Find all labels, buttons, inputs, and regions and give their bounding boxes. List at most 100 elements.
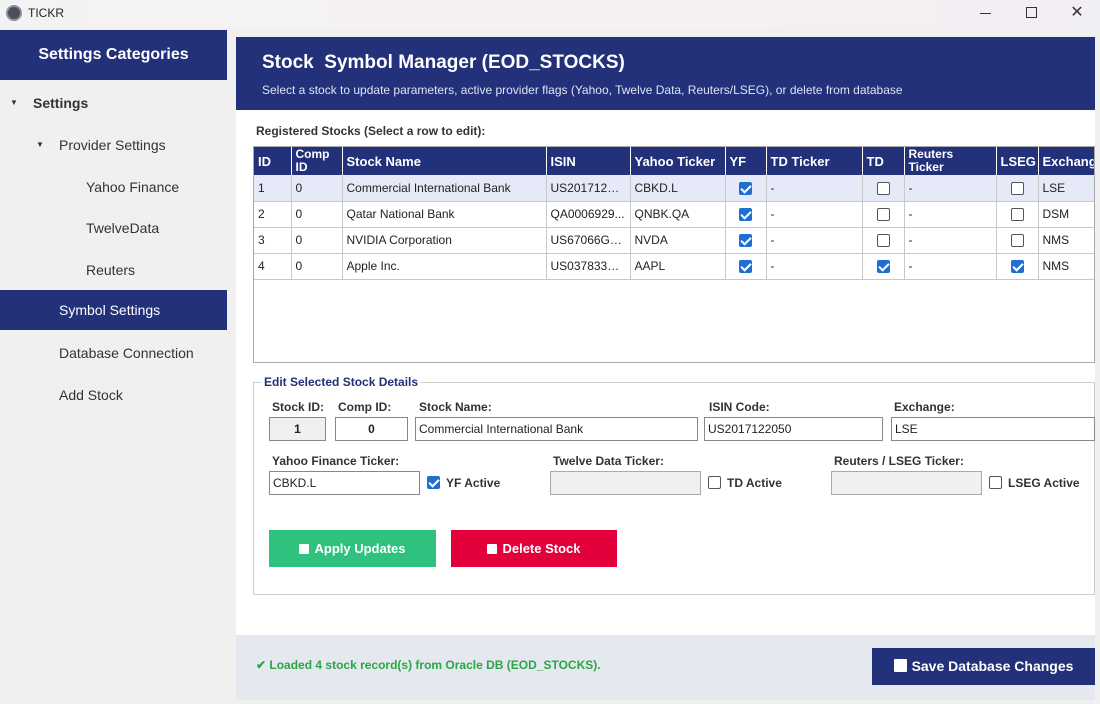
table-cell-yf[interactable] [725, 227, 767, 254]
table-cell-exchange[interactable]: LSE [1038, 175, 1094, 202]
table-cell-td_ticker[interactable]: - [766, 201, 863, 228]
sidebar-item-twelvedata[interactable]: TwelveData [0, 208, 227, 248]
table-row[interactable]: 3 0 NVIDIA Corporation US67066G10... NVDA - - N… [254, 227, 1094, 254]
checkbox-checked-icon[interactable] [739, 181, 752, 195]
table-cell-reuters[interactable]: - [904, 227, 997, 254]
table-cell-isin[interactable]: US67066G10... [546, 227, 631, 254]
sidebar-item-reuters[interactable]: Reuters [0, 250, 227, 290]
checkbox-unchecked-icon[interactable] [876, 181, 890, 195]
save-database-changes-button[interactable]: Save Database Changes [872, 648, 1095, 685]
table-cell-td_ticker[interactable]: - [766, 175, 863, 202]
table-cell-yahoo[interactable]: QNBK.QA [630, 201, 726, 228]
sidebar-item-database-connection[interactable]: Database Connection [0, 333, 227, 373]
column-header[interactable]: Comp ID [291, 147, 343, 175]
column-header[interactable]: TD Ticker [766, 147, 863, 175]
checkbox-unchecked-icon[interactable] [876, 208, 890, 222]
table-cell-td[interactable] [862, 227, 905, 254]
table-cell-yahoo[interactable]: AAPL [630, 253, 726, 280]
table-cell-id[interactable]: 4 [254, 253, 292, 280]
table-cell-isin[interactable]: US03783310... [546, 253, 631, 280]
table-cell-id[interactable]: 1 [254, 175, 292, 202]
td-active-checkbox[interactable]: TD Active [708, 476, 782, 490]
stocks-table[interactable]: ID Comp ID Stock Name ISIN Yahoo Ticker … [253, 146, 1095, 363]
table-cell-yf[interactable] [725, 253, 767, 280]
table-cell-lseg[interactable] [996, 227, 1039, 254]
column-header[interactable]: YF [725, 147, 767, 175]
checkbox-checked-icon[interactable] [876, 260, 890, 274]
checkbox-checked-icon[interactable] [1010, 260, 1024, 274]
column-header[interactable]: Exchange [1038, 147, 1094, 175]
minimize-button[interactable] [962, 0, 1008, 28]
maximize-button[interactable] [1008, 0, 1054, 28]
sidebar-item-label: Database Connection [59, 345, 194, 361]
table-cell-exchange[interactable]: NMS [1038, 253, 1094, 280]
table-cell-id[interactable]: 3 [254, 227, 292, 254]
table-row[interactable]: 1 0 Commercial International Bank US2017122… [254, 175, 1094, 202]
table-cell-exchange[interactable]: DSM [1038, 201, 1094, 228]
checkbox-unchecked-icon[interactable] [1010, 234, 1024, 248]
table-cell-name[interactable]: Qatar National Bank [342, 201, 547, 228]
table-cell-name[interactable]: Commercial International Bank [342, 175, 547, 202]
column-header[interactable]: TD [862, 147, 905, 175]
table-cell-reuters[interactable]: - [904, 175, 997, 202]
table-cell-td[interactable] [862, 201, 905, 228]
table-cell-td_ticker[interactable]: - [766, 227, 863, 254]
delete-stock-button[interactable]: Delete Stock [451, 530, 617, 567]
table-cell-yahoo[interactable]: CBKD.L [630, 175, 726, 202]
twelve-data-ticker-field[interactable] [550, 471, 701, 495]
close-button[interactable]: ✕ [1054, 0, 1100, 28]
table-row[interactable]: 4 0 Apple Inc. US03783310... AAPL - - NMS [254, 253, 1094, 280]
table-cell-reuters[interactable]: - [904, 253, 997, 280]
sidebar-item-provider-settings[interactable]: ▼ Provider Settings [0, 125, 227, 165]
table-cell-isin[interactable]: US20171220... [546, 175, 631, 202]
exchange-field[interactable]: LSE [891, 417, 1095, 441]
checkbox-unchecked-icon[interactable] [876, 234, 890, 248]
table-cell-comp[interactable]: 0 [291, 175, 343, 202]
table-cell-lseg[interactable] [996, 175, 1039, 202]
table-cell-name[interactable]: Apple Inc. [342, 253, 547, 280]
table-cell-comp[interactable]: 0 [291, 227, 343, 254]
column-header[interactable]: ISIN [546, 147, 631, 175]
table-cell-yahoo[interactable]: NVDA [630, 227, 726, 254]
lseg-active-checkbox[interactable]: LSEG Active [989, 476, 1080, 490]
isin-field[interactable]: US2017122050 [704, 417, 883, 441]
table-cell-id[interactable]: 2 [254, 201, 292, 228]
checkbox-checked-icon[interactable] [739, 260, 752, 274]
lseg-active-label: LSEG Active [1008, 476, 1080, 490]
table-cell-td[interactable] [862, 175, 905, 202]
table-cell-lseg[interactable] [996, 253, 1039, 280]
save-database-changes-label: Save Database Changes [911, 658, 1074, 674]
checkbox-unchecked-icon[interactable] [1010, 208, 1024, 222]
sidebar-item-add-stock[interactable]: Add Stock [0, 375, 227, 415]
sidebar-item-settings[interactable]: ▼ Settings [0, 83, 227, 123]
apply-updates-button[interactable]: Apply Updates [269, 530, 436, 567]
yahoo-ticker-field[interactable]: CBKD.L [269, 471, 420, 495]
table-cell-td_ticker[interactable]: - [766, 253, 863, 280]
comp-id-field[interactable]: 0 [335, 417, 408, 441]
column-header[interactable]: LSEG [996, 147, 1039, 175]
stock-name-field[interactable]: Commercial International Bank [415, 417, 698, 441]
column-header[interactable]: Reuters Ticker [904, 147, 997, 175]
column-header[interactable]: ID [254, 147, 292, 175]
column-header[interactable]: Stock Name [342, 147, 547, 175]
checkbox-unchecked-icon[interactable] [1010, 181, 1024, 195]
table-cell-exchange[interactable]: NMS [1038, 227, 1094, 254]
checkbox-checked-icon[interactable] [739, 208, 752, 222]
checkbox-checked-icon[interactable] [739, 234, 752, 248]
table-cell-comp[interactable]: 0 [291, 201, 343, 228]
reuters-ticker-field[interactable] [831, 471, 982, 495]
sidebar-item-symbol-settings[interactable]: Symbol Settings [0, 290, 227, 330]
table-cell-yf[interactable] [725, 175, 767, 202]
table-row[interactable]: 2 0 Qatar National Bank QA0006929... QNBK.QA… [254, 201, 1094, 228]
table-cell-reuters[interactable]: - [904, 201, 997, 228]
yf-active-checkbox[interactable]: YF Active [427, 476, 500, 490]
table-cell-name[interactable]: NVIDIA Corporation [342, 227, 547, 254]
table-cell-yf[interactable] [725, 201, 767, 228]
table-cell-comp[interactable]: 0 [291, 253, 343, 280]
table-cell-lseg[interactable] [996, 201, 1039, 228]
sidebar-item-label: Add Stock [59, 387, 123, 403]
table-cell-isin[interactable]: QA0006929... [546, 201, 631, 228]
sidebar-item-yahoo-finance[interactable]: Yahoo Finance [0, 167, 227, 207]
table-cell-td[interactable] [862, 253, 905, 280]
column-header[interactable]: Yahoo Ticker [630, 147, 726, 175]
